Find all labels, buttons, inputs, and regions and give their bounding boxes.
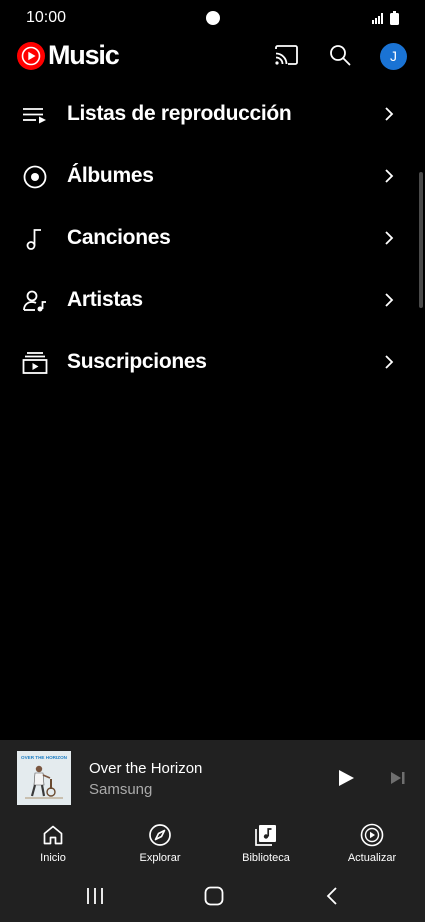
- chevron-right-icon: [385, 355, 394, 369]
- nav-item-explore[interactable]: Explorar: [115, 816, 205, 876]
- track-artist: Samsung: [89, 781, 153, 798]
- play-icon[interactable]: [336, 768, 356, 788]
- artist-icon: [23, 290, 46, 312]
- chevron-right-icon: [385, 293, 394, 307]
- battery-icon: [390, 11, 399, 25]
- nav-item-upgrade[interactable]: Actualizar: [327, 816, 417, 876]
- camera-cutout: [206, 11, 220, 25]
- bottom-nav: Inicio Explorar Biblioteca Actualizar: [0, 816, 425, 876]
- skip-next-icon[interactable]: [389, 770, 407, 786]
- nav-item-library[interactable]: Biblioteca: [221, 816, 311, 876]
- upgrade-icon: [360, 823, 384, 847]
- status-time: 10:00: [26, 9, 67, 26]
- subscriptions-icon: [22, 352, 48, 374]
- chevron-right-icon: [385, 107, 394, 121]
- library-icon: [255, 825, 276, 846]
- menu-item-albums[interactable]: Álbumes: [0, 145, 425, 207]
- system-nav-bar: [0, 876, 425, 922]
- back-icon[interactable]: [325, 886, 339, 906]
- home-icon: [43, 825, 63, 845]
- nav-label: Actualizar: [347, 852, 397, 864]
- signal-icon: [372, 13, 383, 24]
- recent-apps-icon[interactable]: [86, 886, 104, 906]
- home-button-icon[interactable]: [204, 886, 224, 906]
- compass-icon: [149, 824, 171, 846]
- menu-item-subscriptions[interactable]: Suscripciones: [0, 331, 425, 393]
- cast-icon[interactable]: [274, 44, 299, 66]
- chevron-right-icon: [385, 231, 394, 245]
- chevron-right-icon: [385, 169, 394, 183]
- menu-item-label: Suscripciones: [67, 350, 207, 373]
- app-title: Music: [48, 40, 120, 70]
- scrollbar[interactable]: [419, 172, 423, 308]
- menu-item-label: Listas de reproducción: [67, 102, 292, 125]
- track-title: Over the Horizon: [89, 760, 203, 777]
- playlist-icon: [23, 108, 46, 124]
- menu-item-playlists[interactable]: Listas de reproducción: [0, 83, 425, 145]
- album-icon: [23, 165, 47, 189]
- nav-item-home[interactable]: Inicio: [8, 816, 98, 876]
- nav-label: Inicio: [40, 852, 66, 864]
- music-note-icon: [26, 229, 41, 250]
- svg-text:OVER THE HORIZON: OVER THE HORIZON: [21, 755, 68, 760]
- nav-label: Explorar: [139, 852, 181, 864]
- youtube-music-logo-icon: [17, 42, 45, 70]
- menu-item-songs[interactable]: Canciones: [0, 207, 425, 269]
- nav-label: Biblioteca: [242, 852, 290, 864]
- app-bar: Music J: [0, 36, 425, 76]
- mini-player[interactable]: OVER THE HORIZON Over the Horizon Samsun…: [0, 740, 425, 816]
- menu-item-label: Artistas: [67, 288, 143, 311]
- library-menu: Listas de reproducción Álbumes Canciones: [0, 83, 425, 393]
- avatar[interactable]: J: [380, 43, 407, 70]
- menu-item-artists[interactable]: Artistas: [0, 269, 425, 331]
- menu-item-label: Álbumes: [67, 164, 154, 187]
- album-art: OVER THE HORIZON: [17, 751, 71, 805]
- status-bar: 10:00: [0, 0, 425, 36]
- search-icon[interactable]: [329, 44, 351, 66]
- menu-item-label: Canciones: [67, 226, 171, 249]
